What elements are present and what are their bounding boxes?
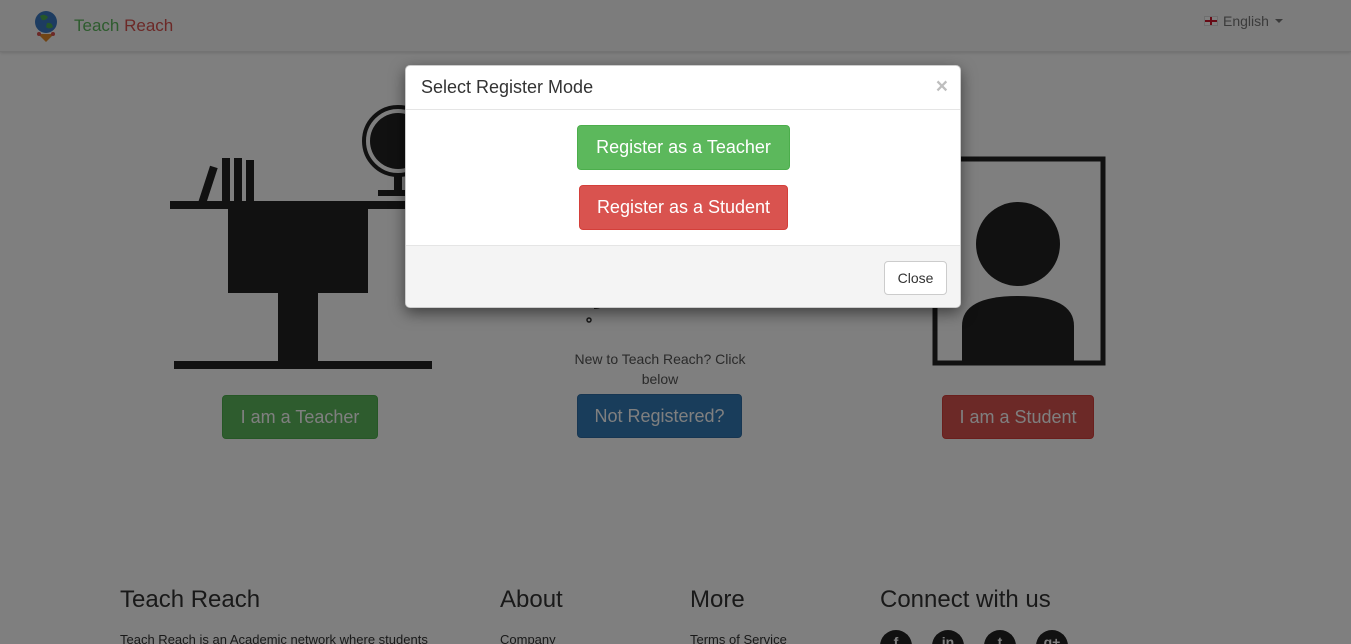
close-button[interactable]: Close bbox=[884, 261, 947, 295]
modal-header: Select Register Mode × bbox=[406, 66, 960, 110]
close-icon[interactable]: × bbox=[936, 76, 948, 97]
register-student-button[interactable]: Register as a Student bbox=[579, 185, 788, 230]
modal-title: Select Register Mode bbox=[421, 77, 594, 97]
register-teacher-button[interactable]: Register as a Teacher bbox=[577, 125, 790, 170]
modal-footer: Close bbox=[406, 245, 960, 307]
register-mode-modal: Select Register Mode × Register as a Tea… bbox=[405, 65, 961, 308]
modal-body: Register as a Teacher Register as a Stud… bbox=[406, 110, 960, 245]
